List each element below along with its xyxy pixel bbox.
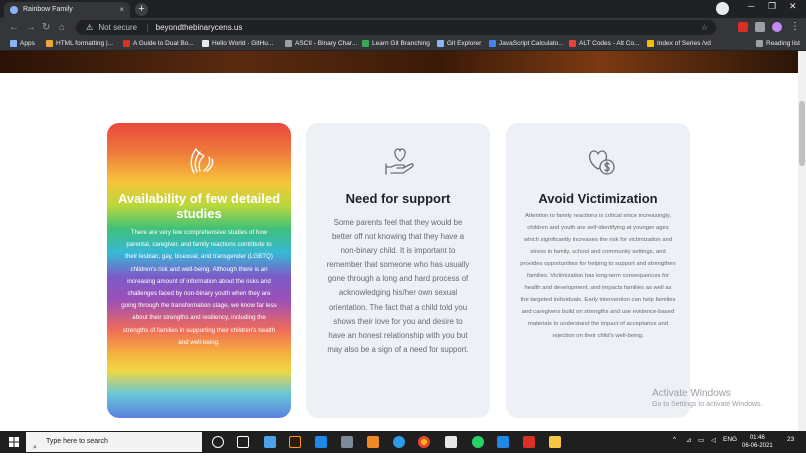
store-icon[interactable] xyxy=(445,436,457,448)
star-icon[interactable]: ☆ xyxy=(701,20,708,35)
task-view-icon[interactable] xyxy=(237,436,249,448)
globe-icon xyxy=(10,6,18,14)
cortana-icon[interactable] xyxy=(212,436,224,448)
search-icon: ⌕ xyxy=(33,444,37,451)
card-title: Avoid Victimization xyxy=(538,191,658,206)
acrobat-icon[interactable] xyxy=(523,436,535,448)
card-few-studies: Availability of few detailed studies The… xyxy=(107,123,291,418)
scrollbar-thumb[interactable] xyxy=(799,101,805,166)
windows-taskbar: ⌕ Type here to search ^ ⊿ ▭ ◁ ENG 01:46 … xyxy=(0,431,806,453)
reload-icon[interactable]: ↻ xyxy=(42,22,50,33)
card-title: Need for support xyxy=(345,191,451,206)
card-title: Availability of few detailed studies xyxy=(117,191,281,221)
minimize-icon[interactable]: ─ xyxy=(748,1,754,11)
edge-icon[interactable] xyxy=(393,436,405,448)
mail-icon[interactable] xyxy=(264,436,276,448)
hero-image-strip xyxy=(0,51,798,73)
bookmark-learn-git[interactable]: Learn Git Branching xyxy=(362,39,430,49)
bookmarks-bar: Apps HTML formatting |... A Guide to Dua… xyxy=(0,37,806,51)
extension-icon[interactable] xyxy=(755,22,765,32)
maximize-icon[interactable]: ❐ xyxy=(768,1,776,12)
watermark-subtitle: Go to Settings to activate Windows. xyxy=(652,401,763,408)
notification-icon[interactable]: 23 xyxy=(787,436,794,443)
close-window-icon[interactable]: ✕ xyxy=(789,1,797,12)
new-tab-button[interactable]: + xyxy=(135,3,148,16)
whatsapp-icon[interactable] xyxy=(472,436,484,448)
windows-activation-watermark: Activate Windows Go to Settings to activ… xyxy=(652,388,763,408)
bookmark-github[interactable]: Hello World · GitHu... xyxy=(202,39,273,49)
watermark-title: Activate Windows xyxy=(652,388,731,399)
file-explorer-icon[interactable] xyxy=(549,436,561,448)
bookmark-alt-codes[interactable]: ALT Codes - Alt Co... xyxy=(569,39,639,49)
close-tab-icon[interactable]: × xyxy=(119,2,124,18)
menu-dots-icon[interactable]: ⋮ xyxy=(790,21,800,32)
browser-tab-strip: Rainbow Family × + ─ ❐ ✕ xyxy=(0,0,806,18)
clock[interactable]: 01:46 06-06-2021 xyxy=(742,434,773,450)
illustrator-icon[interactable] xyxy=(289,436,301,448)
heart-coin-icon xyxy=(588,150,615,175)
card-body: Attention to family reactions is critica… xyxy=(520,213,676,339)
home-icon[interactable]: ⌂ xyxy=(59,22,65,33)
tab-title: Rainbow Family xyxy=(23,6,73,13)
not-secure-label: Not secure xyxy=(98,23,138,32)
heart-in-hand-icon xyxy=(385,148,414,175)
forward-icon[interactable]: → xyxy=(26,22,36,33)
hands-icon xyxy=(190,148,214,174)
url-text: beyondthebinarycens.us xyxy=(155,23,243,32)
omnibox[interactable]: ⚠ Not secure | beyondthebinarycens.us ☆ xyxy=(76,20,716,35)
omnibox-separator: | xyxy=(146,23,149,32)
reading-list[interactable]: Reading list xyxy=(756,39,800,49)
address-bar-row: ← → ↻ ⌂ ⚠ Not secure | beyondthebinaryce… xyxy=(0,18,806,37)
back-icon[interactable]: ← xyxy=(9,22,19,33)
network-icon[interactable]: ⊿ xyxy=(686,436,691,444)
bookmark-js-calculator[interactable]: JavaScript Calculato... xyxy=(489,39,564,49)
tab-rainbow-family[interactable]: Rainbow Family × xyxy=(4,2,130,18)
bookmark-dual-boot[interactable]: A Guide to Dual Bo... xyxy=(123,39,194,49)
bookmark-git-explorer[interactable]: Git Explorer xyxy=(437,39,481,49)
chevron-up-icon[interactable]: ^ xyxy=(673,436,676,443)
sublime-icon[interactable] xyxy=(367,436,379,448)
card-body: There are very few comprehensive studies… xyxy=(121,229,277,346)
card-need-support: Need for support Some parents feel that … xyxy=(306,123,490,418)
battery-icon[interactable]: ▭ xyxy=(698,436,704,444)
volume-icon[interactable]: ◁ xyxy=(711,436,716,444)
bookmark-ascii[interactable]: ASCII - Binary Char... xyxy=(285,39,357,49)
search-placeholder: Type here to search xyxy=(46,438,108,445)
vscode-icon[interactable] xyxy=(315,436,327,448)
language-indicator[interactable]: ENG xyxy=(723,436,737,443)
taskbar-search-input[interactable]: ⌕ Type here to search xyxy=(26,432,202,452)
clock-date: 06-06-2021 xyxy=(742,443,773,449)
card-avoid-victimization: Avoid Victimization Attention to family … xyxy=(506,123,690,418)
avatar[interactable] xyxy=(772,22,782,32)
bookmark-apps[interactable]: Apps xyxy=(10,39,35,49)
windows-start-icon[interactable] xyxy=(9,437,19,447)
profile-indicator-icon[interactable] xyxy=(716,2,729,15)
warning-icon: ⚠ xyxy=(86,23,94,32)
app-icon[interactable] xyxy=(341,436,353,448)
bookmark-index-series[interactable]: Index of Series /vd xyxy=(647,39,711,49)
pdf-extension-icon[interactable] xyxy=(738,22,748,32)
vscode-icon[interactable] xyxy=(497,436,509,448)
clock-time: 01:46 xyxy=(749,435,765,441)
card-body: Some parents feel that they would be bet… xyxy=(326,218,470,354)
bookmark-html-formatting[interactable]: HTML formatting |... xyxy=(46,39,113,49)
chrome-icon[interactable] xyxy=(418,436,430,448)
